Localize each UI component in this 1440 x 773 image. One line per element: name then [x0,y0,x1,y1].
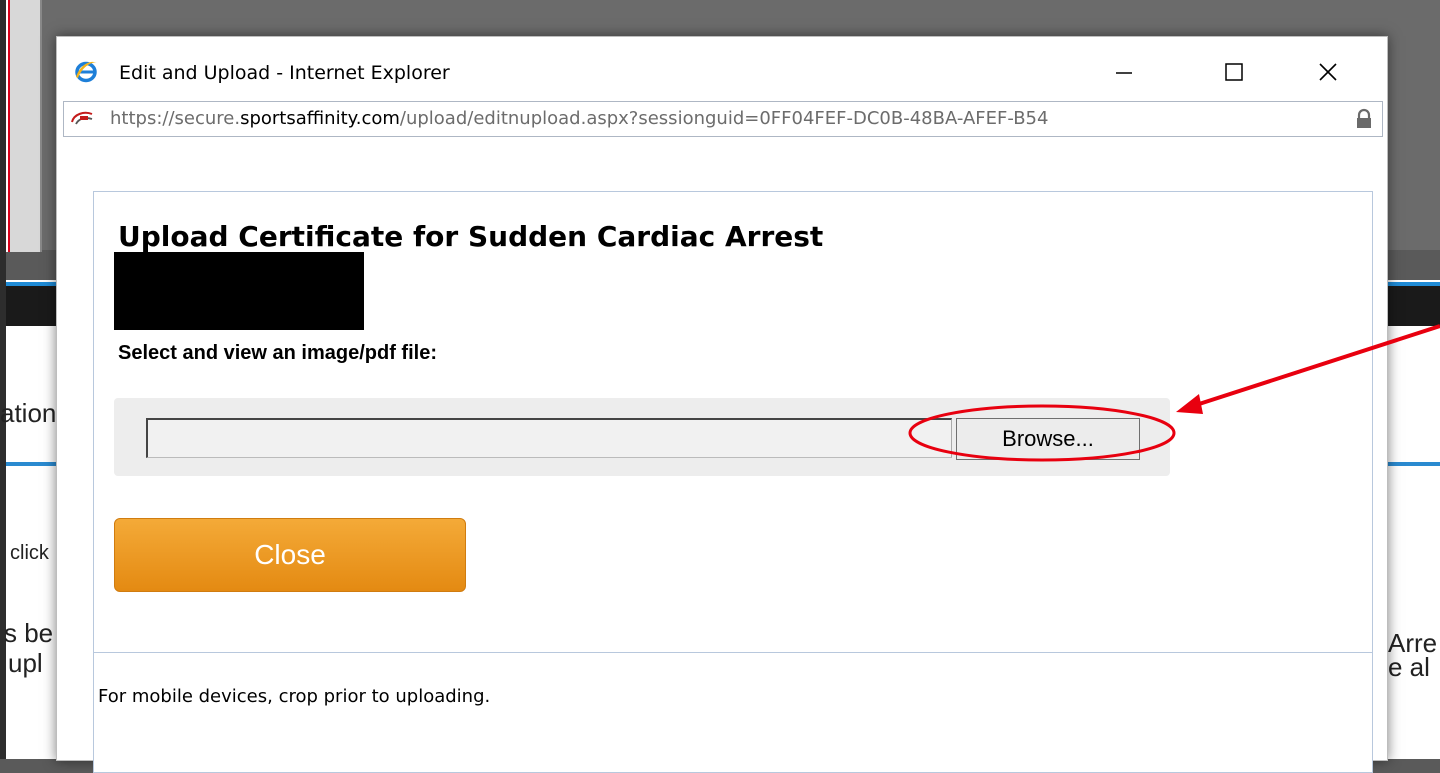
close-window-button[interactable] [1303,51,1353,93]
content-frame: Upload Certificate for Sudden Cardiac Ar… [93,191,1373,773]
minimize-button[interactable] [1099,51,1149,93]
url-prefix: https://secure. [110,108,241,129]
divider [94,652,1372,653]
lock-icon [1354,108,1374,130]
mobile-note: For mobile devices, crop prior to upload… [98,686,491,707]
browse-button[interactable]: Browse... [956,418,1140,460]
background-text-fragment: s be [4,618,54,648]
close-button[interactable]: Close [114,518,466,592]
redacted-block [114,252,364,330]
window-title: Edit and Upload - Internet Explorer [119,62,450,84]
url-path: /upload/editnupload.aspx?sessionguid=0FF… [399,108,1049,129]
ie-logo-icon [73,59,99,83]
title-bar[interactable]: Edit and Upload - Internet Explorer [57,37,1387,101]
address-bar[interactable]: https://secure.sportsaffinity.com/upload… [63,101,1383,137]
minimize-icon [1116,72,1132,74]
close-icon [1319,63,1337,81]
maximize-button[interactable] [1209,51,1259,93]
maximize-icon [1225,63,1243,81]
file-picker-panel: Browse... [114,398,1170,476]
site-favicon-icon [70,108,96,130]
background-text-fragment: upl [8,648,43,678]
file-path-input[interactable] [146,418,952,458]
url-text[interactable]: https://secure.sportsaffinity.com/upload… [110,108,1320,129]
ie-popup-window: Edit and Upload - Internet Explorer http… [56,36,1388,773]
background-text-fragment: click [10,542,49,564]
page-title: Upload Certificate for Sudden Cardiac Ar… [118,220,824,253]
background-text-fragment: e al [1388,652,1430,682]
background-text-fragment: ation [0,398,56,428]
url-domain: sportsaffinity.com [240,108,400,129]
select-file-label: Select and view an image/pdf file: [118,342,437,364]
